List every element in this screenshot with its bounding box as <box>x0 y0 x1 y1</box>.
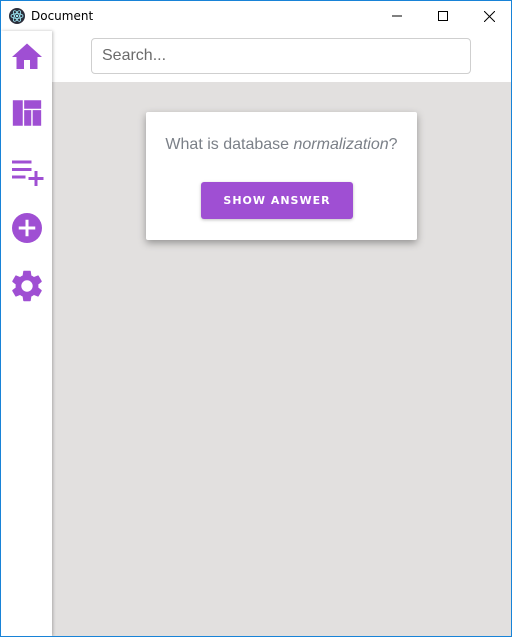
sidebar-item-settings[interactable] <box>7 266 47 306</box>
main-content: What is database normalization? SHOW ANS… <box>52 82 511 636</box>
app-window: Document Search... What is database norm… <box>0 0 512 637</box>
add-circle-icon <box>12 213 42 243</box>
flashcard: What is database normalization? SHOW ANS… <box>146 112 417 240</box>
question-emphasis: normalization <box>293 136 389 153</box>
settings-gear-icon <box>12 270 42 302</box>
electron-app-icon <box>9 8 25 24</box>
playlist-add-icon <box>12 160 44 186</box>
maximize-button[interactable] <box>420 1 466 31</box>
sidebar-item-add-to-list[interactable] <box>7 151 47 191</box>
question-suffix: ? <box>388 136 398 153</box>
sidebar-item-home[interactable] <box>7 37 47 77</box>
search-input[interactable] <box>91 38 471 74</box>
window-title: Document <box>31 9 94 23</box>
home-icon <box>12 43 42 69</box>
sidebar <box>1 31 52 636</box>
title-bar[interactable]: Document <box>1 1 511 31</box>
flashcard-question: What is database normalization? <box>146 136 417 154</box>
close-button[interactable] <box>466 1 511 31</box>
minimize-button[interactable] <box>374 1 420 31</box>
sidebar-item-dashboard[interactable] <box>7 93 47 133</box>
maximize-icon <box>438 11 448 21</box>
close-icon <box>483 10 495 22</box>
show-answer-button[interactable]: SHOW ANSWER <box>201 182 353 219</box>
minimize-icon <box>392 15 402 17</box>
search-bar <box>52 31 511 82</box>
sidebar-item-add[interactable] <box>7 208 47 248</box>
dashboard-icon <box>12 100 42 126</box>
question-prefix: What is database <box>165 136 294 153</box>
